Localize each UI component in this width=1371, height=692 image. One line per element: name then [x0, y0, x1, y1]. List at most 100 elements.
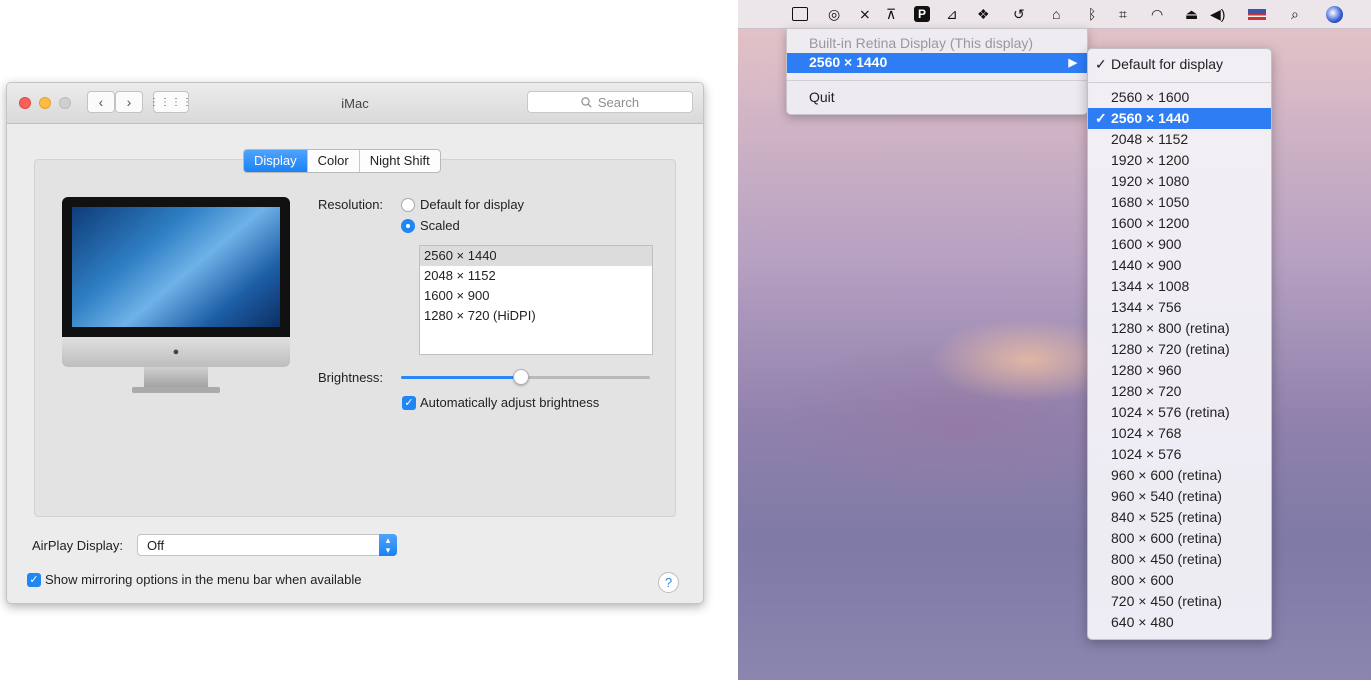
wifi-icon[interactable]: ◠ — [1151, 5, 1163, 23]
apple-logo-icon: ● — [172, 346, 180, 358]
menu-item[interactable]: 1024 × 768 — [1088, 423, 1271, 444]
menu-item-label: 640 × 480 — [1111, 614, 1174, 630]
display-menu: Built-in Retina Display (This display) 2… — [786, 28, 1088, 115]
display-icon[interactable] — [792, 7, 808, 21]
menu-item[interactable]: 1440 × 900 — [1088, 255, 1271, 276]
dropbox-icon[interactable]: ❖ — [977, 5, 990, 23]
menu-item[interactable]: 1280 × 720 — [1088, 381, 1271, 402]
arrow-up-bar-icon[interactable]: ⊼ — [886, 5, 896, 23]
menu-item[interactable]: 1680 × 1050 — [1088, 192, 1271, 213]
brightness-slider[interactable] — [401, 369, 650, 385]
imac-screen — [72, 207, 280, 327]
desktop: ◎ ⨯ ⊼ P ⊿ ❖ ↺ ⌂ ᛒ ⌗ ◠ ⏏ ◀) ⌕ Built-in Re… — [738, 0, 1371, 680]
current-resolution-item[interactable]: 2560 × 1440 ▶ — [787, 53, 1087, 73]
list-item[interactable]: 2048 × 1152 — [420, 266, 652, 286]
current-resolution-label: 2560 × 1440 — [809, 54, 888, 70]
menu-item[interactable]: 960 × 600 (retina) — [1088, 465, 1271, 486]
menu-item[interactable]: 1280 × 720 (retina) — [1088, 339, 1271, 360]
volume-icon[interactable]: ◀) — [1210, 5, 1225, 23]
p-app-icon[interactable]: P — [914, 6, 930, 22]
menu-item[interactable]: ✓ 2560 × 1440 — [1088, 108, 1271, 129]
menu-item-label: 800 × 600 (retina) — [1111, 530, 1222, 546]
brightness-knob[interactable] — [512, 369, 529, 385]
radio-scaled-label: Scaled — [420, 218, 460, 233]
creative-cloud-icon[interactable]: ◎ — [828, 5, 840, 23]
menu-item[interactable]: 2048 × 1152 — [1088, 129, 1271, 150]
brightness-fill — [401, 376, 521, 379]
checkmark-icon: ✓ — [1095, 110, 1107, 126]
tab-night-shift[interactable]: Night Shift — [358, 150, 440, 172]
default-for-display-label: Default for display — [1111, 56, 1224, 72]
menu-item-label: 1440 × 900 — [1111, 257, 1182, 273]
menu-item-label: 840 × 525 (retina) — [1111, 509, 1222, 525]
search-field[interactable]: Search — [527, 91, 693, 113]
menu-item[interactable]: 1024 × 576 (retina) — [1088, 402, 1271, 423]
menu-item[interactable]: 960 × 540 (retina) — [1088, 486, 1271, 507]
tab-bar: Display Color Night Shift — [243, 149, 441, 173]
flag-icon[interactable] — [1248, 9, 1266, 20]
menu-bar: ◎ ⨯ ⊼ P ⊿ ❖ ↺ ⌂ ᛒ ⌗ ◠ ⏏ ◀) ⌕ — [738, 0, 1371, 29]
menu-item-label: 1344 × 1008 — [1111, 278, 1190, 294]
default-for-display-item[interactable]: ✓ Default for display — [1088, 54, 1271, 75]
airplay-value: Off — [147, 538, 165, 553]
eject-icon[interactable]: ⏏ — [1185, 5, 1198, 23]
menu-item[interactable]: 800 × 600 — [1088, 570, 1271, 591]
help-button[interactable]: ? — [658, 572, 679, 593]
quit-item[interactable]: Quit — [809, 89, 835, 105]
menu-item[interactable]: 1280 × 800 (retina) — [1088, 318, 1271, 339]
house-icon[interactable]: ⌂ — [1052, 5, 1060, 23]
menu-item[interactable]: 800 × 600 (retina) — [1088, 528, 1271, 549]
auto-brightness-label: Automatically adjust brightness — [420, 395, 600, 410]
mirroring-label: Show mirroring options in the menu bar w… — [45, 572, 362, 587]
menu-item-label: 1024 × 576 (retina) — [1111, 404, 1230, 420]
airplay-select[interactable]: Off ▴ ▾ — [137, 534, 397, 556]
menu-item-label: 2560 × 1600 — [1111, 89, 1190, 105]
crop-icon[interactable]: ⌗ — [1119, 5, 1127, 23]
menu-item-label: 1280 × 800 (retina) — [1111, 320, 1230, 336]
list-item[interactable]: 2560 × 1440 — [420, 246, 652, 266]
updown-chevron-icon: ▴ ▾ — [379, 534, 397, 556]
auto-brightness-checkbox[interactable]: ✓ — [402, 396, 416, 410]
menu-item[interactable]: 1280 × 960 — [1088, 360, 1271, 381]
menu-separator — [787, 80, 1087, 81]
menu-item[interactable]: 640 × 480 — [1088, 612, 1271, 633]
spotlight-icon[interactable]: ⌕ — [1291, 5, 1299, 23]
menu-item[interactable]: 1600 × 1200 — [1088, 213, 1271, 234]
mirroring-checkbox[interactable]: ✓ — [27, 573, 41, 587]
menu-item[interactable]: 1024 × 576 — [1088, 444, 1271, 465]
menu-item-label: 1280 × 960 — [1111, 362, 1182, 378]
display-menu-header: Built-in Retina Display (This display) — [809, 35, 1034, 51]
bluetooth-icon[interactable]: ᛒ — [1088, 5, 1096, 23]
siri-icon[interactable] — [1326, 6, 1343, 23]
radio-default-label: Default for display — [420, 197, 525, 212]
checkmark-icon: ✓ — [1095, 56, 1107, 72]
menu-item[interactable]: 2560 × 1600 — [1088, 87, 1271, 108]
tab-display[interactable]: Display — [244, 150, 307, 172]
list-item[interactable]: 1280 × 720 (HiDPI) — [420, 306, 652, 326]
checkmark-icon: ✓ — [29, 574, 39, 586]
menu-item[interactable]: 1344 × 1008 — [1088, 276, 1271, 297]
radio-scaled[interactable] — [401, 219, 415, 233]
resolution-label: Resolution: — [318, 197, 384, 212]
menu-item[interactable]: 720 × 450 (retina) — [1088, 591, 1271, 612]
menu-item-label: 1280 × 720 — [1111, 383, 1182, 399]
brightness-label: Brightness: — [318, 370, 384, 385]
radio-default-for-display[interactable] — [401, 198, 415, 212]
menu-item[interactable]: 1344 × 756 — [1088, 297, 1271, 318]
menu-item[interactable]: 1920 × 1080 — [1088, 171, 1271, 192]
submenu-arrow-icon: ▶ — [1068, 57, 1077, 69]
list-item[interactable]: 1600 × 900 — [420, 286, 652, 306]
menu-item-label: 2048 × 1152 — [1111, 131, 1189, 147]
menu-item[interactable]: 840 × 525 (retina) — [1088, 507, 1271, 528]
airplay-icon[interactable]: ⊿ — [946, 5, 958, 23]
crossed-tools-icon[interactable]: ⨯ — [859, 5, 871, 23]
menu-item[interactable]: 800 × 450 (retina) — [1088, 549, 1271, 570]
menu-item[interactable]: 1600 × 900 — [1088, 234, 1271, 255]
tab-color[interactable]: Color — [306, 150, 359, 172]
menu-item-label: 800 × 600 — [1111, 572, 1174, 588]
scaled-resolution-list[interactable]: 2560 × 1440 2048 × 1152 1600 × 900 1280 … — [419, 245, 653, 355]
search-placeholder: Search — [597, 94, 640, 110]
menu-item[interactable]: 1920 × 1200 — [1088, 150, 1271, 171]
menu-item-label: 960 × 600 (retina) — [1111, 467, 1222, 483]
time-machine-icon[interactable]: ↺ — [1013, 5, 1025, 23]
